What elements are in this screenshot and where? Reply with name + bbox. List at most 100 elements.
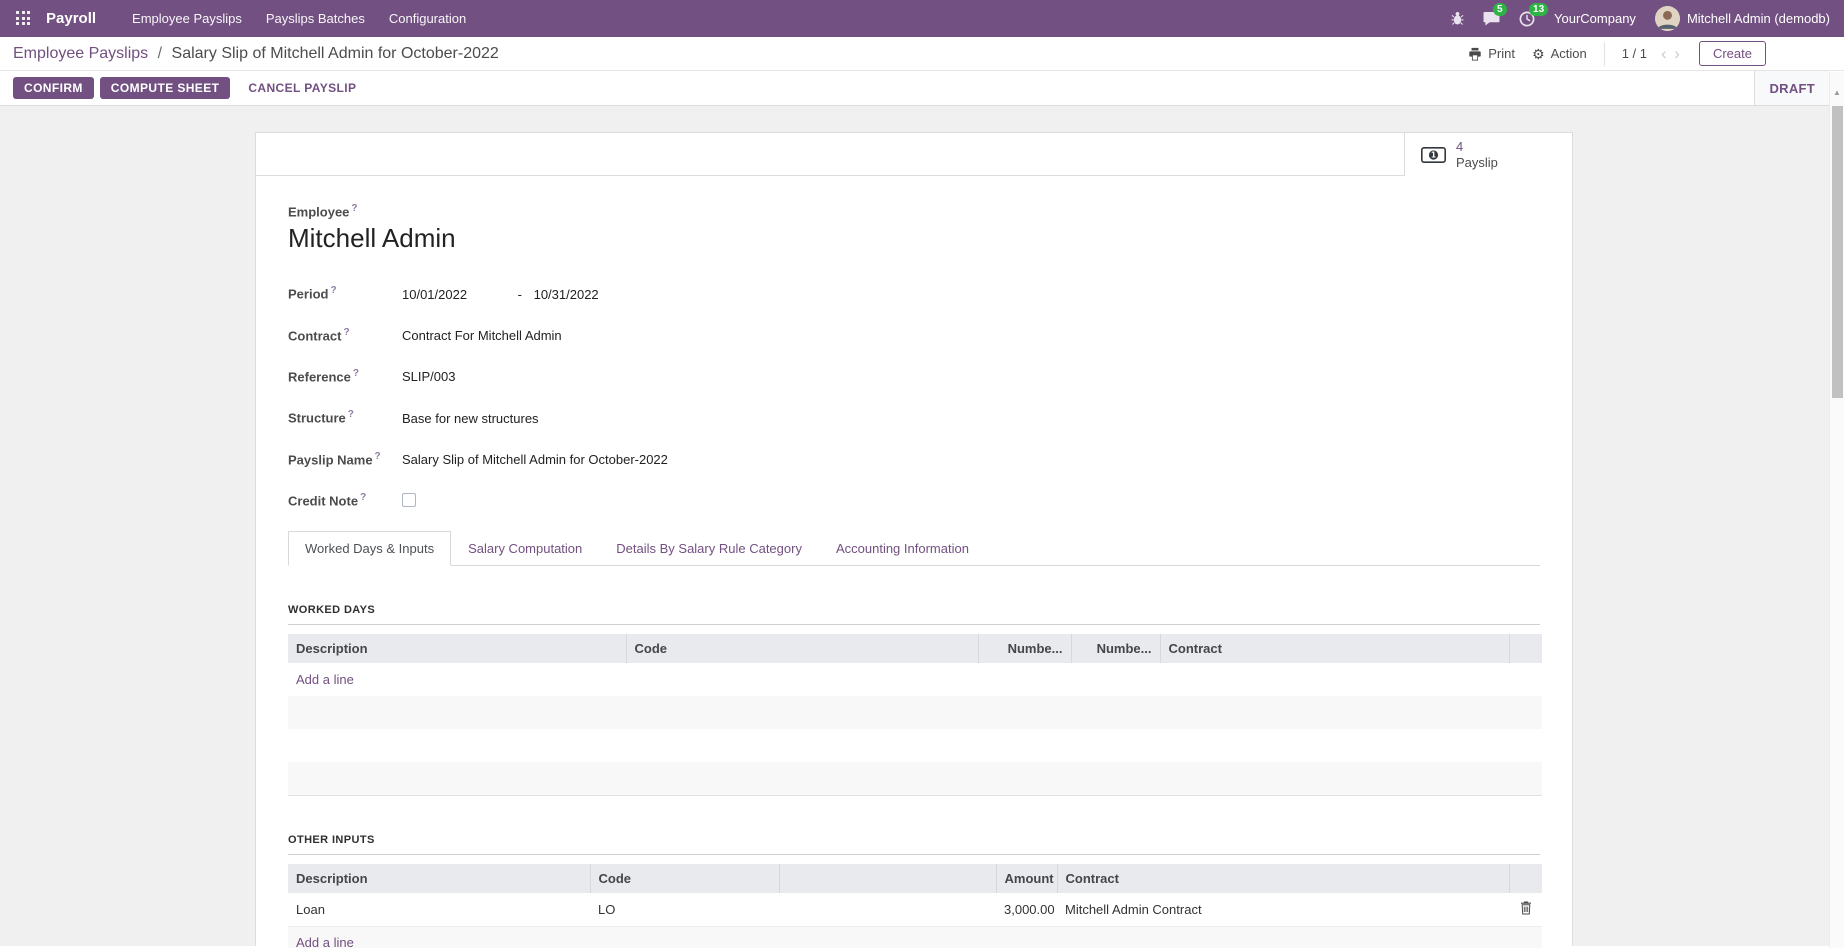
menu-employee-payslips[interactable]: Employee Payslips: [120, 1, 254, 36]
contract-value[interactable]: Contract For Mitchell Admin: [402, 328, 562, 344]
tab-salary-computation[interactable]: Salary Computation: [451, 531, 599, 566]
payslip-name-field: Payslip Name? Salary Slip of Mitchell Ad…: [288, 449, 1540, 468]
pager-prev-icon[interactable]: ‹: [1659, 44, 1669, 63]
other-inputs-title: OTHER INPUTS: [288, 834, 1540, 855]
stat-count: 4: [1456, 139, 1498, 155]
reference-label: Reference?: [288, 366, 402, 385]
top-menu: Employee Payslips Payslips Batches Confi…: [120, 1, 478, 36]
employee-field: Employee? Mitchell Admin: [288, 203, 1540, 254]
compute-sheet-button[interactable]: COMPUTE SHEET: [100, 77, 231, 99]
period-date-to[interactable]: 10/31/2022: [534, 287, 599, 302]
payslip-name-value[interactable]: Salary Slip of Mitchell Admin for Octobe…: [402, 452, 668, 468]
column-header-description: Description: [288, 864, 590, 893]
breadcrumb: Employee Payslips / Salary Slip of Mitch…: [13, 45, 499, 63]
breadcrumb-current: Salary Slip of Mitchell Admin for Octobe…: [172, 45, 499, 62]
credit-note-field: Credit Note?: [288, 490, 1540, 509]
trash-icon: [1520, 901, 1532, 915]
scrollbar-up-icon[interactable]: ▲: [1830, 72, 1844, 97]
column-header-code: Code: [590, 864, 779, 893]
vertical-scrollbar[interactable]: ▲: [1829, 72, 1844, 948]
other-inputs-row-loan: Loan LO 3,000.00 Mitchell Admin Contract: [288, 893, 1542, 927]
payslip-name-label: Payslip Name?: [288, 449, 402, 468]
user-menu[interactable]: Mitchell Admin (demodb): [1655, 6, 1830, 31]
create-button[interactable]: Create: [1699, 41, 1766, 66]
help-icon: ?: [351, 203, 357, 214]
form-fields: Employee? Mitchell Admin Period? 10/01/2…: [256, 203, 1572, 948]
contract-label: Contract?: [288, 325, 402, 344]
company-switcher[interactable]: YourCompany: [1554, 11, 1636, 26]
column-header-number-1: Numbe...: [978, 634, 1071, 663]
menu-payslips-batches[interactable]: Payslips Batches: [254, 1, 377, 36]
print-button[interactable]: Print: [1468, 46, 1515, 61]
structure-field: Structure? Base for new structures: [288, 407, 1540, 426]
cancel-payslip-button[interactable]: CANCEL PAYSLIP: [248, 81, 356, 95]
app-window: Payroll Employee Payslips Payslips Batch…: [0, 0, 1844, 948]
pager-value[interactable]: 1 / 1: [1622, 46, 1647, 61]
action-label: Action: [1551, 46, 1587, 61]
structure-label: Structure?: [288, 407, 402, 426]
action-button[interactable]: ⚙ Action: [1532, 46, 1587, 61]
help-icon: ?: [375, 451, 381, 462]
form-sheet: 1 4 Payslip Employee? Mitchell Admin: [255, 132, 1573, 946]
worked-days-add-a-line[interactable]: Add a line: [288, 663, 1542, 696]
activities-badge: 13: [1529, 3, 1548, 16]
structure-value[interactable]: Base for new structures: [402, 411, 539, 427]
svg-text:1: 1: [1431, 150, 1436, 159]
control-panel-actions: Print ⚙ Action 1 / 1 ‹ › Create: [1468, 41, 1766, 66]
reference-field: Reference? SLIP/003: [288, 366, 1540, 385]
user-name: Mitchell Admin (demodb): [1687, 11, 1830, 26]
status-badge[interactable]: DRAFT: [1769, 81, 1815, 96]
tab-worked-days-inputs[interactable]: Worked Days & Inputs: [288, 531, 451, 566]
other-inputs-table: Description Code Amount Contract Loan LO: [288, 864, 1542, 948]
status-zone: DRAFT: [1754, 71, 1829, 105]
messages-icon[interactable]: 5: [1483, 11, 1500, 26]
other-inputs-add-a-line[interactable]: Add a line: [288, 926, 1542, 948]
column-header-description: Description: [288, 634, 626, 663]
column-header-trailer: [1509, 864, 1542, 893]
period-date-from[interactable]: 10/01/2022: [402, 287, 514, 303]
column-header-number-2: Numbe...: [1071, 634, 1160, 663]
printer-icon: [1468, 47, 1482, 61]
column-header-amount: Amount: [996, 864, 1057, 893]
pager: 1 / 1 ‹ ›: [1622, 45, 1682, 62]
delete-row-button[interactable]: [1520, 901, 1532, 918]
print-label: Print: [1488, 46, 1515, 61]
banknote-icon: 1: [1421, 147, 1446, 163]
employee-value[interactable]: Mitchell Admin: [288, 223, 1540, 254]
period-field: Period? 10/01/2022 - 10/31/2022: [288, 283, 1540, 302]
cell-amount[interactable]: 3,000.00: [996, 893, 1057, 927]
column-header-contract: Contract: [1160, 634, 1509, 663]
stat-label: Payslip: [1456, 155, 1498, 171]
tab-accounting-information[interactable]: Accounting Information: [819, 531, 986, 566]
activities-clock-icon[interactable]: 13: [1519, 11, 1535, 27]
cell-code[interactable]: LO: [590, 893, 779, 927]
tab-details-by-salary-rule-category[interactable]: Details By Salary Rule Category: [599, 531, 819, 566]
worked-days-header-row: Description Code Numbe... Numbe... Contr…: [288, 634, 1542, 663]
help-icon: ?: [348, 409, 354, 420]
help-icon: ?: [353, 368, 359, 379]
worked-days-table: Description Code Numbe... Numbe... Contr…: [288, 634, 1542, 796]
pager-next-icon[interactable]: ›: [1672, 44, 1682, 63]
credit-note-checkbox[interactable]: [402, 493, 416, 507]
debug-bug-icon[interactable]: [1451, 11, 1464, 26]
cell-contract[interactable]: Mitchell Admin Contract: [1057, 893, 1509, 927]
credit-note-label: Credit Note?: [288, 490, 402, 509]
worked-days-title: WORKED DAYS: [288, 604, 1540, 625]
app-name[interactable]: Payroll: [46, 10, 96, 27]
breadcrumb-parent[interactable]: Employee Payslips: [13, 45, 148, 62]
messages-badge: 5: [1493, 3, 1507, 16]
help-icon: ?: [343, 327, 349, 338]
form-view-background: 1 4 Payslip Employee? Mitchell Admin: [0, 106, 1844, 946]
contract-field: Contract? Contract For Mitchell Admin: [288, 325, 1540, 344]
scrollbar-thumb[interactable]: [1832, 106, 1843, 398]
help-icon: ?: [330, 285, 336, 296]
notebook-tabs: Worked Days & Inputs Salary Computation …: [288, 531, 1540, 566]
button-box: 1 4 Payslip: [256, 133, 1572, 176]
payslip-stat-button[interactable]: 1 4 Payslip: [1404, 133, 1572, 176]
confirm-button[interactable]: CONFIRM: [13, 77, 94, 99]
apps-menu-icon[interactable]: [16, 11, 31, 26]
menu-configuration[interactable]: Configuration: [377, 1, 478, 36]
reference-value[interactable]: SLIP/003: [402, 369, 456, 385]
cell-description[interactable]: Loan: [288, 893, 590, 927]
employee-label: Employee?: [288, 203, 1540, 219]
